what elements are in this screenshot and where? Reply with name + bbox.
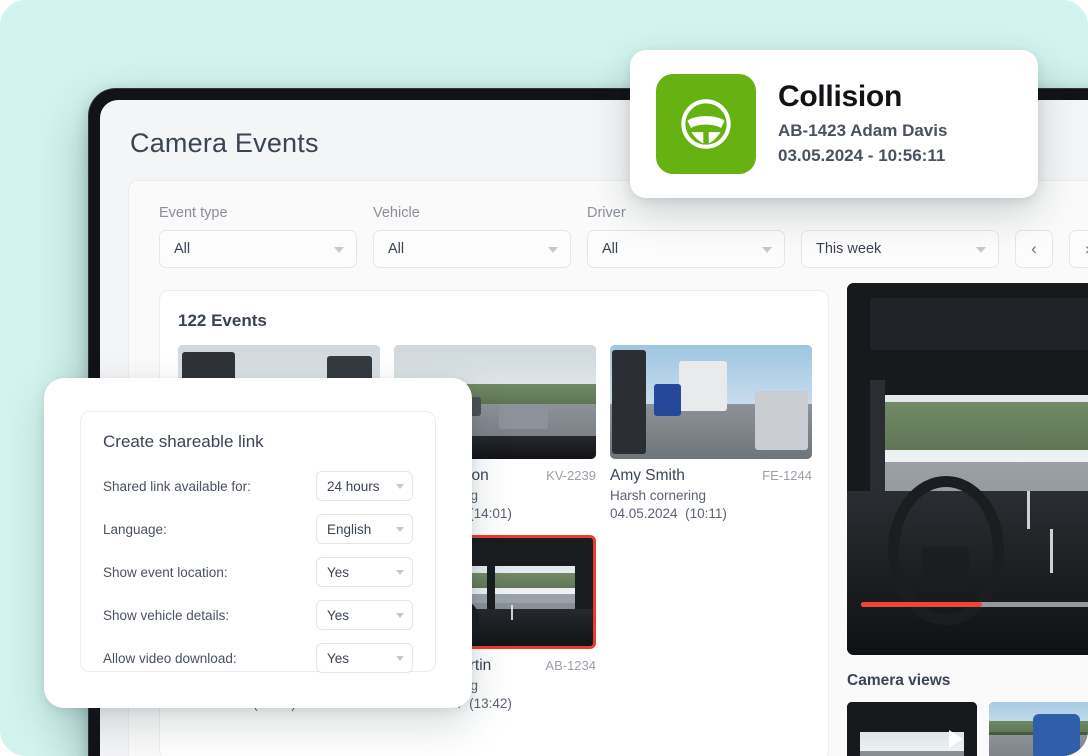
camera-views-thumbnails: [847, 702, 1088, 756]
prev-period-button[interactable]: ‹: [1015, 230, 1053, 268]
event-driver: Amy Smith: [610, 467, 685, 484]
share-select-language-value: English: [327, 521, 372, 537]
camera-thumb-front[interactable]: [847, 702, 977, 756]
video-panel: Camera views: [847, 283, 1088, 756]
chevron-down-icon: [396, 570, 404, 575]
share-label-language: Language:: [103, 521, 167, 537]
select-date-range[interactable]: This week: [801, 230, 999, 268]
select-driver[interactable]: All: [587, 230, 785, 268]
camera-views-label: Camera views: [847, 672, 951, 689]
share-select-event-location-value: Yes: [327, 564, 350, 580]
create-shareable-link-dialog: Create shareable link Shared link availa…: [44, 378, 472, 708]
filter-bar: Event type All Vehicle All Driver All Th…: [159, 205, 1088, 268]
event-plate: KV-2239: [546, 468, 596, 483]
event-meta: Amy Smith FE-1244 Harsh cornering 04.05.…: [610, 459, 812, 521]
play-icon: [949, 730, 963, 748]
filter-group-event-type: Event type All: [159, 205, 357, 268]
collision-timestamp: 03.05.2024 - 10:56:11: [778, 145, 946, 165]
share-row-video-download: Allow video download: Yes: [103, 643, 413, 673]
share-select-vehicle-details[interactable]: Yes: [316, 600, 413, 630]
share-label-event-location: Show event location:: [103, 564, 228, 580]
share-dialog-title: Create shareable link: [103, 432, 264, 451]
share-label-vehicle-details: Show vehicle details:: [103, 607, 230, 623]
share-select-duration[interactable]: 24 hours: [316, 471, 413, 501]
filter-group-driver: Driver All: [587, 205, 785, 268]
collision-text-block: Collision AB-1423 Adam Davis 03.05.2024 …: [778, 80, 947, 168]
filter-group-date-range: This week: [801, 230, 999, 268]
filter-group-vehicle: Vehicle All: [373, 205, 571, 268]
share-select-video-download[interactable]: Yes: [316, 643, 413, 673]
share-select-video-download-value: Yes: [327, 650, 350, 666]
share-row-duration: Shared link available for: 24 hours: [103, 471, 413, 501]
share-select-language[interactable]: English: [316, 514, 413, 544]
select-event-type-value: All: [174, 241, 191, 257]
video-player[interactable]: [847, 283, 1088, 655]
steering-wheel-icon: [656, 74, 756, 174]
share-dialog-inner: Create shareable link Shared link availa…: [80, 411, 436, 673]
select-date-range-value: This week: [816, 241, 882, 257]
chevron-down-icon: [976, 247, 986, 253]
chevron-down-icon: [396, 656, 404, 661]
chevron-left-icon: ‹: [1031, 239, 1037, 258]
events-count: 122 Events: [178, 311, 267, 330]
camera-thumb-side[interactable]: [989, 702, 1088, 756]
screenshot-stage: Camera Events Event type All Vehicle All: [0, 0, 1088, 756]
share-select-duration-value: 24 hours: [327, 478, 380, 494]
event-plate: FE-1244: [762, 468, 812, 483]
chevron-down-icon: [762, 247, 772, 253]
event-plate: AB-1234: [545, 658, 596, 673]
select-vehicle-value: All: [388, 241, 405, 257]
chevron-down-icon: [334, 247, 344, 253]
event-datetime: 04.05.2024 (10:11): [610, 506, 727, 521]
select-event-type[interactable]: All: [159, 230, 357, 268]
share-select-event-location[interactable]: Yes: [316, 557, 413, 587]
share-label-duration: Shared link available for:: [103, 478, 251, 494]
filter-label-vehicle: Vehicle: [373, 205, 420, 221]
share-select-vehicle-details-value: Yes: [327, 607, 350, 623]
select-vehicle[interactable]: All: [373, 230, 571, 268]
page-title: Camera Events: [130, 128, 319, 158]
event-thumbnail[interactable]: [610, 345, 812, 459]
filter-label-event-type: Event type: [159, 205, 228, 221]
event-card[interactable]: Amy Smith FE-1244 Harsh cornering 04.05.…: [610, 345, 812, 521]
share-row-event-location: Show event location: Yes: [103, 557, 413, 587]
share-row-vehicle-details: Show vehicle details: Yes: [103, 600, 413, 630]
chevron-down-icon: [396, 484, 404, 489]
select-driver-value: All: [602, 241, 619, 257]
chevron-down-icon: [396, 613, 404, 618]
collision-vehicle-driver: AB-1423 Adam Davis: [778, 120, 948, 140]
video-progress-fill: [861, 602, 982, 607]
share-label-video-download: Allow video download:: [103, 650, 237, 666]
collision-title: Collision: [778, 79, 902, 113]
filter-label-driver: Driver: [587, 205, 626, 221]
event-type: Harsh cornering: [610, 488, 707, 503]
chevron-down-icon: [548, 247, 558, 253]
share-row-language: Language: English: [103, 514, 413, 544]
video-progress-bar[interactable]: [861, 602, 1088, 607]
chevron-down-icon: [396, 527, 404, 532]
collision-notification-card[interactable]: Collision AB-1423 Adam Davis 03.05.2024 …: [630, 50, 1038, 198]
next-period-button[interactable]: ›: [1069, 230, 1088, 268]
